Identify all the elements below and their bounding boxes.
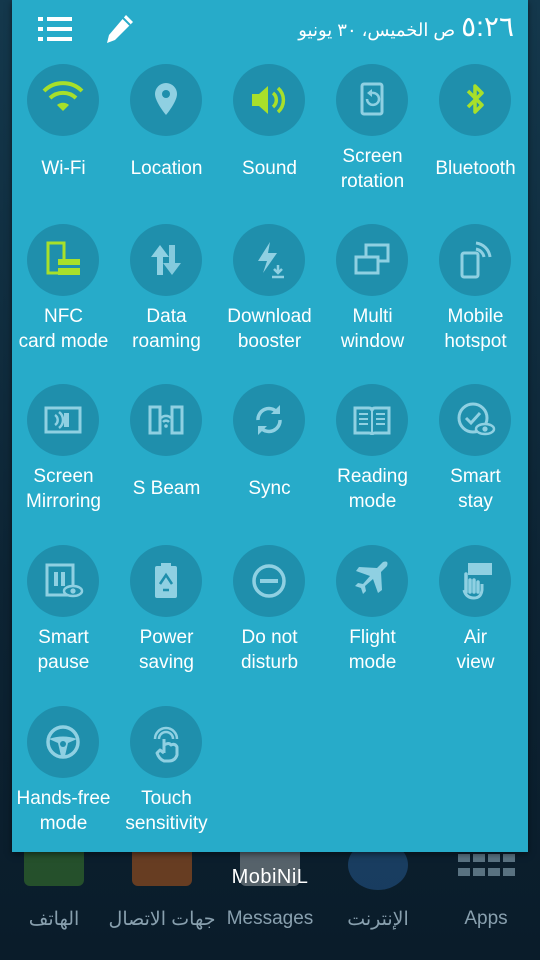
toggle-label: Reading mode <box>337 466 408 512</box>
toggle-air-view[interactable]: Air view <box>424 545 527 705</box>
toggle-label: Download booster <box>227 306 312 352</box>
airplane-icon <box>336 545 408 617</box>
clock-time: ٥:٢٦ <box>461 11 514 42</box>
toggle-label: Multi window <box>340 306 405 352</box>
toggle-s-beam[interactable]: S Beam <box>115 384 218 544</box>
toggle-label: Screen Mirroring <box>26 466 101 512</box>
dock-label: Messages <box>226 908 314 929</box>
nfc-icon <box>27 224 99 296</box>
toggle-location-pin[interactable]: Location <box>115 64 218 224</box>
toggle-label: Smart stay <box>450 466 501 512</box>
carrier-label: MobiNiL <box>231 866 309 888</box>
toggle-screen-mirroring[interactable]: Screen Mirroring <box>12 384 115 544</box>
toggle-label: Wi-Fi <box>41 158 86 179</box>
multi-window-icon <box>336 224 408 296</box>
toggle-multi-window[interactable]: Multi window <box>321 224 424 384</box>
dock-label: Apps <box>464 908 508 929</box>
dock-item-internet[interactable]: الإنترنت <box>324 840 432 960</box>
toggle-label: Hands-free mode <box>16 788 111 834</box>
toggle-label: Touch sensitivity <box>125 788 208 834</box>
toggle-speaker[interactable]: Sound <box>218 64 321 224</box>
toggle-label: Bluetooth <box>435 158 516 179</box>
status-datetime: ٥:٢٦ص الخميس، ٣٠ يونيو <box>298 10 514 43</box>
dock-label: الهاتف <box>28 909 80 930</box>
toggle-smart-stay[interactable]: Smart stay <box>424 384 527 544</box>
toggle-rotation[interactable]: Screen rotation <box>321 64 424 224</box>
toggle-touch[interactable]: Touch sensitivity <box>115 706 218 866</box>
sync-icon <box>233 384 305 456</box>
toggle-label: Smart pause <box>37 627 90 673</box>
toggle-hotspot[interactable]: Mobile hotspot <box>424 224 527 384</box>
toggle-label: Flight mode <box>348 627 397 673</box>
date-text: ص الخميس، ٣٠ يونيو <box>298 20 456 40</box>
list-view-icon[interactable] <box>38 16 72 42</box>
toggle-label: S Beam <box>132 478 201 499</box>
book-icon <box>336 384 408 456</box>
download-booster-icon <box>233 224 305 296</box>
toggle-steering-wheel[interactable]: Hands-free mode <box>12 706 115 866</box>
panel-header: ٥:٢٦ص الخميس، ٣٠ يونيو <box>12 0 528 58</box>
data-roaming-icon <box>130 224 202 296</box>
toggle-data-roaming[interactable]: Data roaming <box>115 224 218 384</box>
toggle-label: Air view <box>456 627 495 673</box>
toggle-smart-pause[interactable]: Smart pause <box>12 545 115 705</box>
toggle-bluetooth[interactable]: Bluetooth <box>424 64 527 224</box>
do-not-disturb-icon <box>233 545 305 617</box>
toggle-nfc[interactable]: NFC card mode <box>12 224 115 384</box>
wifi-icon <box>27 64 99 136</box>
bluetooth-icon <box>439 64 511 136</box>
speaker-icon <box>233 64 305 136</box>
toggle-sync[interactable]: Sync <box>218 384 321 544</box>
battery-recycle-icon <box>130 545 202 617</box>
toggle-book[interactable]: Reading mode <box>321 384 424 544</box>
toggle-label: Data roaming <box>132 306 201 352</box>
toggle-label: Mobile hotspot <box>444 306 507 352</box>
rotation-icon <box>336 64 408 136</box>
touch-icon <box>130 706 202 778</box>
toggle-label: NFC card mode <box>18 306 109 352</box>
toggle-label: Do not disturb <box>240 627 299 673</box>
location-pin-icon <box>130 64 202 136</box>
dock-item-messages[interactable]: Messages <box>216 840 324 960</box>
toggle-label: Sync <box>248 478 291 499</box>
toggle-label: Location <box>130 158 203 179</box>
toggle-label: Power saving <box>139 627 194 673</box>
toggle-download-booster[interactable]: Download booster <box>218 224 321 384</box>
dock-label: الإنترنت <box>347 909 409 930</box>
hotspot-icon <box>439 224 511 296</box>
s-beam-icon <box>130 384 202 456</box>
quick-settings-panel: ٥:٢٦ص الخميس، ٣٠ يونيو Wi-Fi Location Soun… <box>12 0 528 852</box>
toggle-battery-recycle[interactable]: Power saving <box>115 545 218 705</box>
smart-pause-icon <box>27 545 99 617</box>
toggle-wifi[interactable]: Wi-Fi <box>12 64 115 224</box>
dock-label: جهات الاتصال <box>108 909 216 930</box>
air-view-icon <box>439 545 511 617</box>
screen-mirroring-icon <box>27 384 99 456</box>
toggle-airplane[interactable]: Flight mode <box>321 545 424 705</box>
smart-stay-icon <box>439 384 511 456</box>
dock-item-apps[interactable]: Apps <box>432 840 540 960</box>
steering-wheel-icon <box>27 706 99 778</box>
edit-pencil-icon[interactable] <box>104 12 136 46</box>
toggle-label: Sound <box>242 158 297 179</box>
toggle-label: Screen rotation <box>340 146 405 192</box>
toggle-do-not-disturb[interactable]: Do not disturb <box>218 545 321 705</box>
